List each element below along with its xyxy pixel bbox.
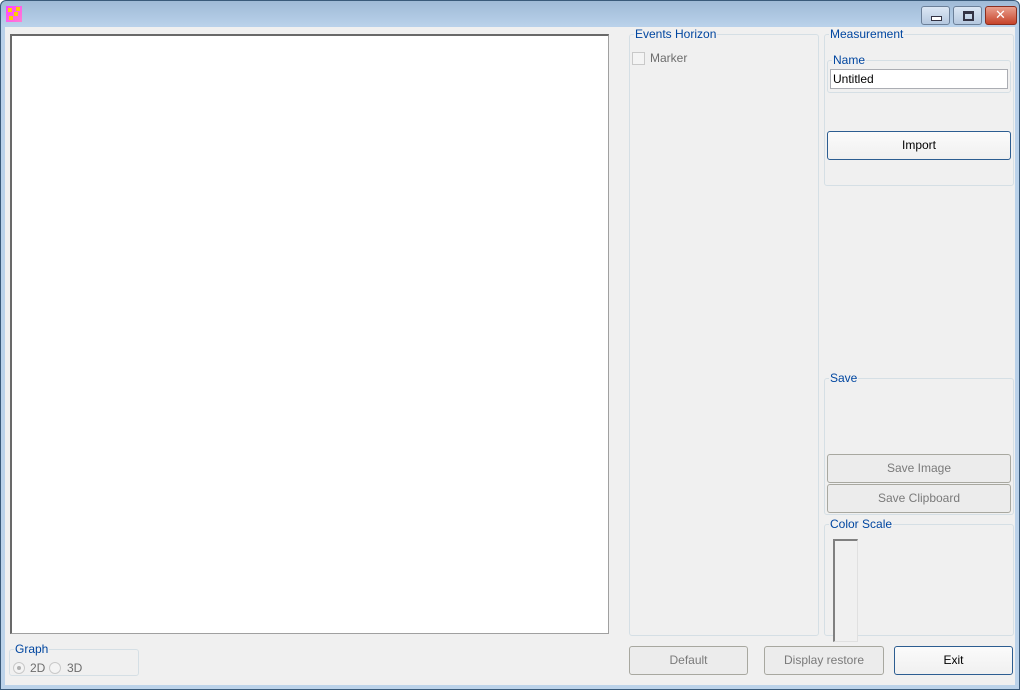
close-icon: ✕ [995, 8, 1006, 23]
default-button[interactable]: Default [629, 646, 748, 675]
app-window: ✕ Events Horizon Marker Measurement Name… [0, 0, 1020, 690]
graph-title: Graph [15, 642, 49, 656]
name-group-title: Name [833, 53, 866, 67]
save-clipboard-button[interactable]: Save Clipboard [827, 484, 1011, 513]
color-scale-bar [833, 539, 858, 642]
maximize-icon [963, 11, 974, 21]
minimize-icon [931, 16, 942, 21]
name-input[interactable] [830, 69, 1008, 89]
title-bar[interactable]: ✕ [1, 1, 1019, 27]
color-scale-group: Color Scale [824, 517, 1014, 642]
radio-3d[interactable] [49, 662, 61, 674]
radio-selected-dot [17, 666, 21, 670]
import-button[interactable]: Import [827, 131, 1011, 160]
minimize-button[interactable] [921, 6, 950, 25]
events-horizon-group: Events Horizon Marker [629, 27, 819, 636]
app-icon [6, 6, 22, 22]
maximize-button[interactable] [953, 6, 982, 25]
graph-group: Graph 2D 3D [9, 642, 139, 676]
radio-2d-label[interactable]: 2D [30, 661, 45, 675]
color-scale-title: Color Scale [830, 517, 893, 531]
save-title: Save [830, 371, 858, 385]
radio-2d[interactable] [13, 662, 25, 674]
measurement-title: Measurement [830, 27, 904, 41]
plot-canvas[interactable] [10, 34, 609, 634]
display-restore-button[interactable]: Display restore [764, 646, 884, 675]
save-image-button[interactable]: Save Image [827, 454, 1011, 483]
events-horizon-title: Events Horizon [635, 27, 717, 41]
exit-button[interactable]: Exit [894, 646, 1013, 675]
marker-label[interactable]: Marker [650, 51, 687, 65]
save-group: Save Save Image Save Clipboard [824, 371, 1014, 515]
radio-3d-label[interactable]: 3D [67, 661, 82, 675]
close-button[interactable]: ✕ [985, 6, 1017, 25]
marker-checkbox[interactable] [632, 52, 645, 65]
name-group: Name [827, 53, 1011, 93]
client-area: Events Horizon Marker Measurement Name I… [5, 27, 1015, 685]
measurement-group: Measurement Name Import [824, 27, 1014, 186]
